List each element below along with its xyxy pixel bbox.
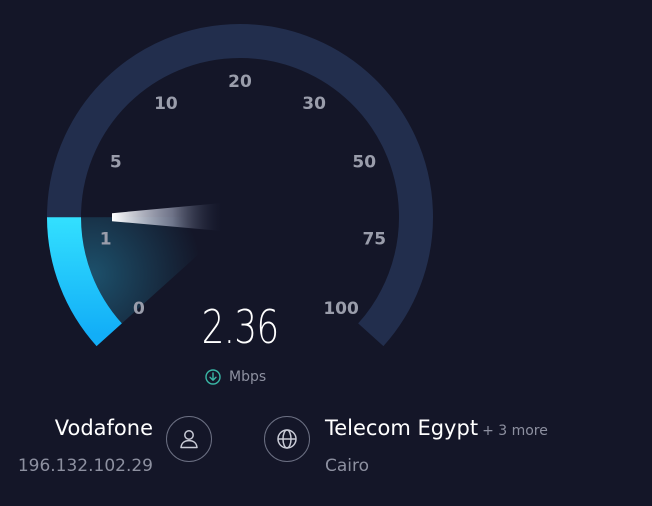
globe-icon	[277, 429, 297, 449]
download-icon	[205, 369, 221, 385]
speedtest-panel: 0 1 5 10 20 30 50 75 100 2.36 Mbps Vodafone 196.…	[0, 0, 652, 506]
tick-label-100: 100	[323, 299, 359, 319]
unit-text: Mbps	[229, 369, 267, 385]
tick-label-30: 30	[302, 94, 326, 114]
tick-label-50: 50	[352, 153, 376, 173]
user-icon	[180, 430, 198, 449]
server-info: Telecom Egypt + 3 more	[325, 416, 548, 440]
speed-readout: 2.36	[201, 300, 280, 354]
server-city: Cairo	[325, 456, 370, 476]
server-more-link[interactable]: + 3 more	[482, 423, 548, 439]
tick-label-20: 20	[228, 72, 252, 92]
isp-name: Vodafone	[54, 416, 153, 440]
tick-label-1: 1	[100, 229, 112, 249]
isp-ip-address: 196.132.102.29	[17, 456, 153, 476]
tick-label-10: 10	[154, 94, 178, 114]
unit-label: Mbps	[205, 369, 266, 385]
isp-user-button[interactable]	[166, 416, 212, 462]
tick-label-0: 0	[133, 299, 145, 319]
tick-label-75: 75	[362, 229, 386, 249]
speed-gauge: 0 1 5 10 20 30 50 75 100	[47, 24, 433, 347]
server-name: Telecom Egypt	[325, 416, 479, 440]
server-globe-button[interactable]	[264, 416, 310, 462]
tick-label-5: 5	[110, 153, 122, 173]
